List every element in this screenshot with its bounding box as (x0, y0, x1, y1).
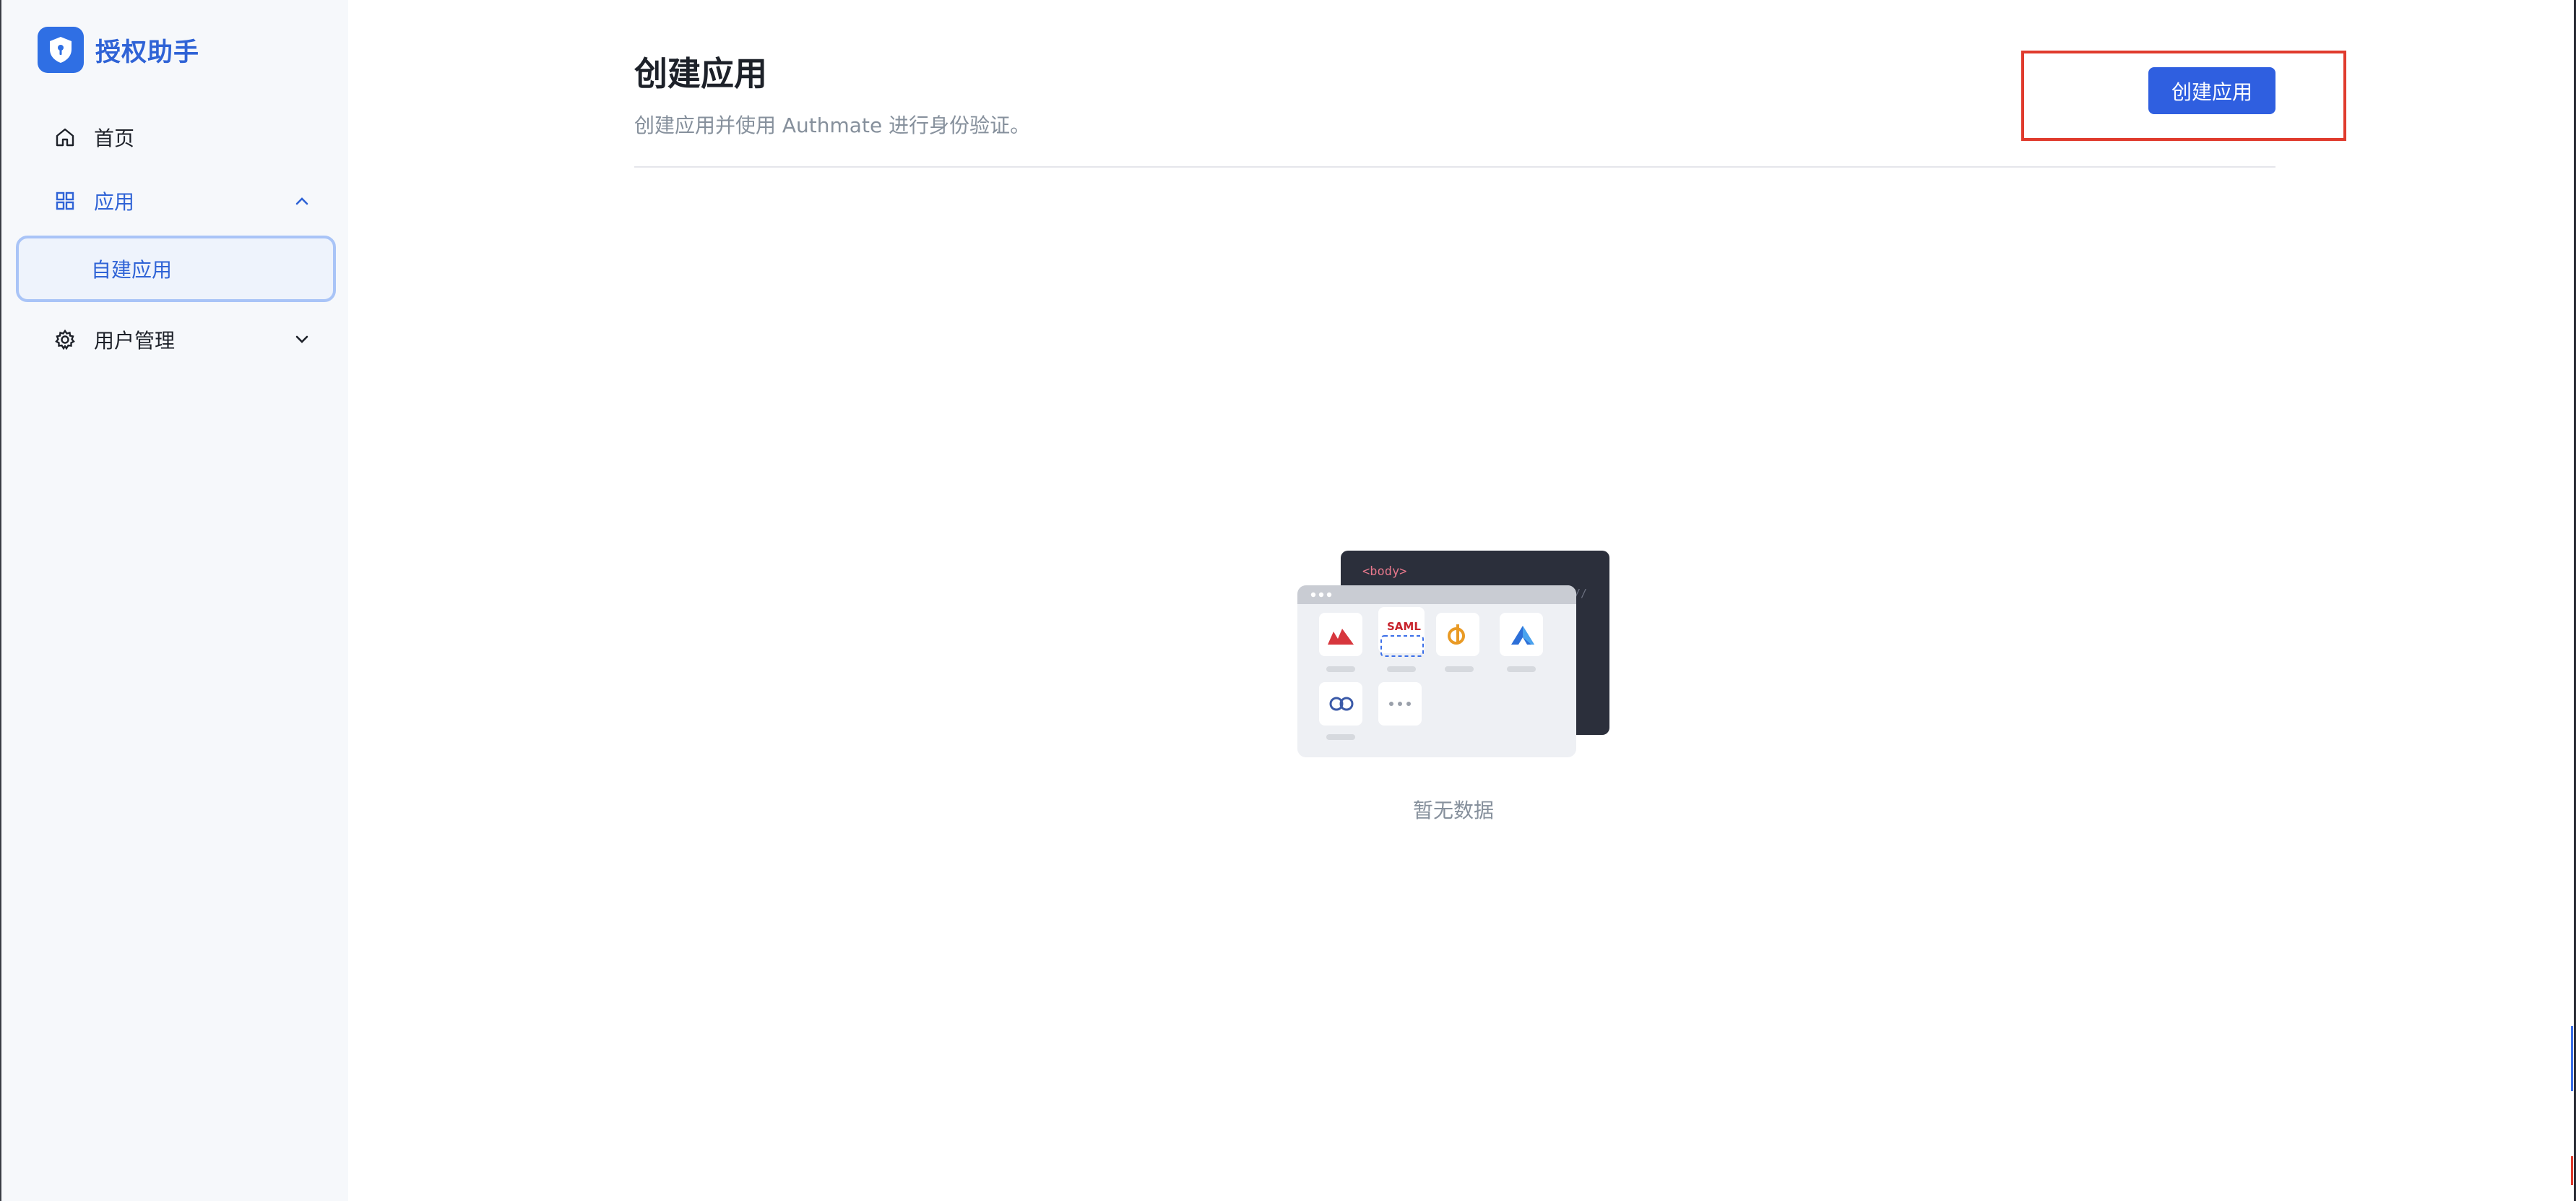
sidebar-item-label: 首页 (94, 126, 135, 150)
brand[interactable]: 授权助手 (38, 26, 199, 74)
page-description: 创建应用并使用 Authmate 进行身份验证。 (634, 113, 1031, 137)
sidebar-item-home[interactable]: 首页 (53, 117, 314, 158)
grid-icon (53, 189, 77, 212)
sidebar-item-apps[interactable]: 应用 (53, 181, 314, 221)
shield-lock-icon (38, 27, 84, 73)
empty-state-text: 暂无数据 (1413, 798, 1495, 822)
sidebar-item-label: 自建应用 (91, 258, 173, 282)
create-app-button[interactable]: 创建应用 (2148, 67, 2275, 114)
header-divider (634, 166, 2275, 168)
gear-icon (53, 328, 77, 351)
sidebar-item-custom-apps[interactable]: 自建应用 (16, 236, 336, 302)
empty-state-illustration: <body> :// / ( SAML (1297, 551, 1609, 757)
edge-marker (2571, 1156, 2573, 1185)
sidebar-item-label: 应用 (94, 190, 135, 214)
brand-name: 授权助手 (95, 38, 200, 67)
chevron-up-icon[interactable] (290, 189, 314, 212)
sidebar-item-label: 用户管理 (94, 329, 176, 353)
edge-marker (2571, 1026, 2573, 1091)
saml-label: SAML (1387, 620, 1421, 633)
page-title: 创建应用 (634, 54, 767, 93)
sidebar: 授权助手 首页 应用 自建应用 用户管理 (0, 0, 348, 1201)
sidebar-item-user-management[interactable]: 用户管理 (53, 319, 314, 360)
chevron-down-icon[interactable] (290, 328, 314, 351)
illustration-tag: <body> (1362, 564, 1406, 579)
app-root: 授权助手 首页 应用 自建应用 用户管理 创建应用 创建应用并使用 Authma… (0, 0, 2576, 1201)
home-icon (53, 126, 77, 149)
